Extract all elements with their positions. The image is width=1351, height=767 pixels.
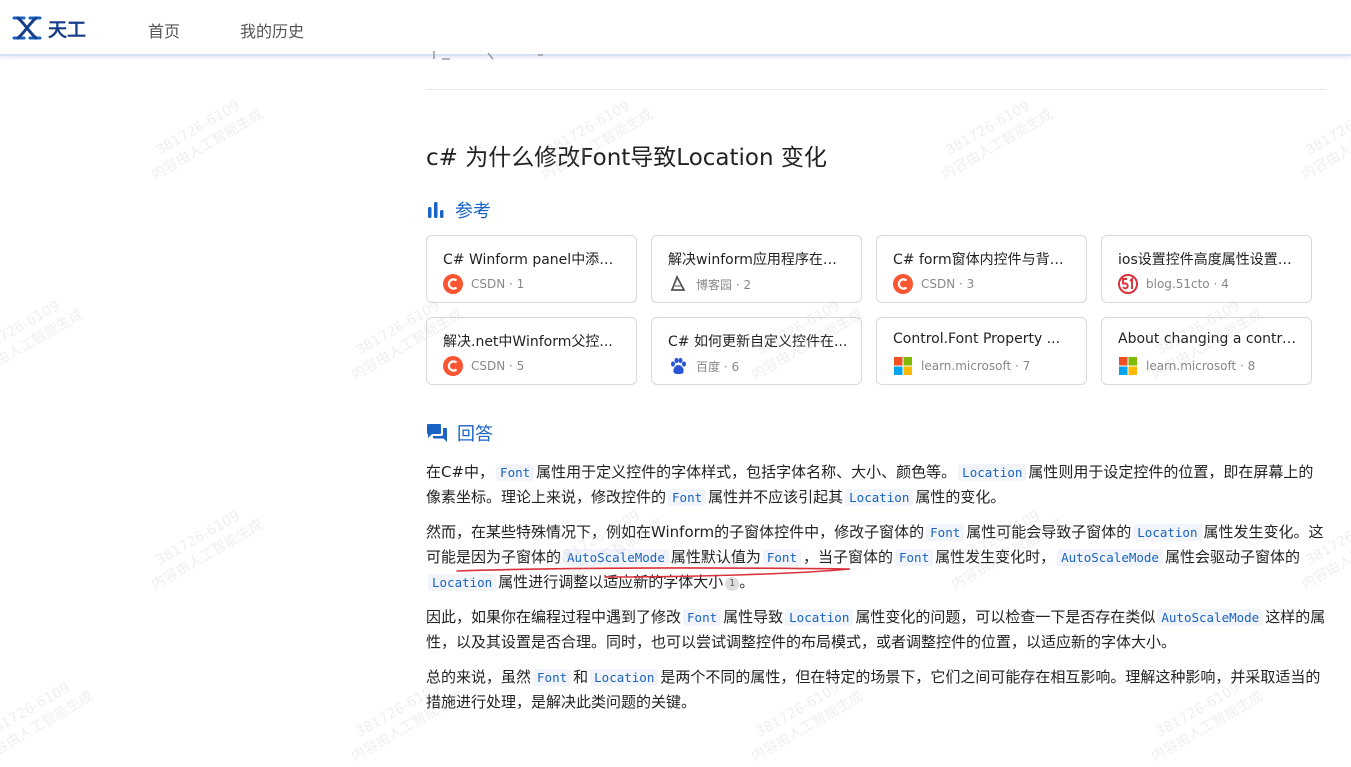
reference-card-title: 解决.net中Winform父控... <box>443 334 613 350</box>
watermark: 381726-6109 内容由人工智能生成 <box>1298 97 1351 184</box>
reference-card-source-label: CSDN · 3 <box>921 277 975 291</box>
reference-card-title: C# 如何更新自定义控件在... <box>668 334 848 350</box>
reference-card-source: learn.microsoft · 8 <box>1118 356 1255 376</box>
nav-home[interactable]: 首页 <box>148 18 180 42</box>
reference-card-title: 解决winform应用程序在不... <box>668 252 850 268</box>
reference-card-source-label: blog.51cto · 4 <box>1146 277 1229 291</box>
reference-card-source: learn.microsoft · 7 <box>893 356 1030 376</box>
reference-card-2[interactable]: 解决winform应用程序在不... 博客园 · 2 <box>651 235 862 303</box>
reference-card-source-label: CSDN · 5 <box>471 359 525 373</box>
reference-card-source: 博客园 · 2 <box>668 274 751 294</box>
reference-card-source-label: learn.microsoft · 7 <box>921 359 1031 373</box>
answer-heading-label: 回答 <box>457 424 493 445</box>
answer-paragraph-3: 因此，如果你在编程过程中遇到了修改 Font 属性导致 Location 属性变化的问题… <box>426 608 1326 651</box>
reference-card-source-label: 百度 · 6 <box>696 359 740 374</box>
csdn-icon <box>443 274 463 294</box>
chat-bubble-icon <box>427 424 447 442</box>
header-divider <box>426 89 1326 90</box>
reference-card-title: ios设置控件高度属性设置控... <box>1118 252 1300 268</box>
cnblogs-icon <box>670 274 686 291</box>
reference-card-source-label: 博客园 · 2 <box>696 277 752 292</box>
inline-code: Font <box>533 669 572 686</box>
reference-card-source: 百度 · 6 <box>668 356 739 376</box>
csdn-icon <box>893 274 913 294</box>
reference-card-1[interactable]: C# Winform panel中添加... CSDN · 1 <box>426 235 637 303</box>
answer-paragraph-2: 然而，在某些特殊情况下，例如在Winform的子窗体控件中，修改子窗体的 Font… <box>426 523 1324 591</box>
reference-card-title: C# form窗体内控件与背景... <box>893 252 1075 268</box>
inline-code: Location <box>958 464 1027 481</box>
page-title: c# 为什么修改Font导致Location 变化 <box>426 145 827 172</box>
inline-code: Font <box>683 609 722 626</box>
inline-code: Location <box>785 609 854 626</box>
reference-card-7[interactable]: Control.Font Property ... learn.microsof… <box>876 317 1087 385</box>
answer-paragraph-4: 总的来说，虽然 Font 和 Location 是两个不同的属性，但在特定的场景下，它们… <box>426 668 1321 711</box>
reference-card-8[interactable]: About changing a control'... learn.micro… <box>1101 317 1312 385</box>
csdn-icon <box>443 356 463 376</box>
inline-code: Font <box>926 524 965 541</box>
app-logo[interactable]: 天工 <box>12 14 86 42</box>
baidu-icon <box>671 357 686 375</box>
watermark: 381726-6109 内容由人工智能生成 <box>148 97 267 184</box>
tiangong-logo-icon <box>12 16 42 40</box>
reference-card-source: CSDN · 3 <box>893 274 974 294</box>
reference-card-source: CSDN · 5 <box>443 356 524 376</box>
microsoft-icon <box>1119 357 1137 375</box>
inline-code: Location <box>845 489 914 506</box>
inline-code: AutoScaleMode <box>563 549 669 566</box>
answer-heading: 回答 <box>426 420 493 446</box>
reference-card-source: blog.51cto · 4 <box>1118 274 1229 294</box>
nav-history[interactable]: 我的历史 <box>240 18 304 42</box>
inline-code: AutoScaleMode <box>1057 549 1163 566</box>
breadcrumb-fragment-icon <box>433 51 543 60</box>
references-heading-label: 参考 <box>455 201 491 222</box>
inline-code: Location <box>1133 524 1202 541</box>
microsoft-icon <box>894 357 912 375</box>
inline-code: Font <box>668 489 707 506</box>
reference-card-title: Control.Font Property ... <box>893 331 1061 347</box>
inline-code: AutoScaleMode <box>1157 609 1264 626</box>
reference-card-title: C# Winform panel中添加... <box>443 252 625 268</box>
reference-card-source: CSDN · 1 <box>443 274 524 294</box>
inline-code: Font <box>496 464 535 481</box>
reference-card-5[interactable]: 解决.net中Winform父控... CSDN · 5 <box>426 317 637 385</box>
reference-card-4[interactable]: ios设置控件高度属性设置控... blog.51cto · 4 <box>1101 235 1312 303</box>
watermark: 381726-6109 内容由人工智能生成 <box>148 507 267 594</box>
reference-card-3[interactable]: C# form窗体内控件与背景... CSDN · 3 <box>876 235 1087 303</box>
top-bar: 天工 首页 我的历史 <box>0 0 1351 56</box>
watermark: 381726-6109 内容由人工智能生成 <box>0 679 97 766</box>
answer-body: 在C#中， Font 属性用于定义控件的字体样式，包括字体名称、大小、颜色等。 Loc… <box>426 460 1326 725</box>
inline-code: Font <box>895 549 934 566</box>
reference-card-source-label: CSDN · 1 <box>471 277 525 291</box>
watermark: 381726-6109 内容由人工智能生成 <box>938 97 1057 184</box>
inline-code: Font <box>762 549 801 566</box>
reference-card-title: About changing a control'... <box>1118 331 1300 347</box>
answer-paragraph-1: 在C#中， Font 属性用于定义控件的字体样式，包括字体名称、大小、颜色等。 Loc… <box>426 463 1314 506</box>
reference-card-6[interactable]: C# 如何更新自定义控件在... 百度 · 6 <box>651 317 862 385</box>
inline-code: Location <box>428 574 497 591</box>
watermark: 381726-6109 内容由人工智能生成 <box>0 297 87 384</box>
breadcrumb-remnant <box>426 47 566 61</box>
bar-chart-icon <box>428 202 444 218</box>
inline-code: Location <box>590 669 659 686</box>
app-name: 天工 <box>48 18 87 41</box>
citation-badge[interactable]: 1 <box>725 577 740 591</box>
51cto-icon <box>1118 274 1138 294</box>
reference-card-source-label: learn.microsoft · 8 <box>1146 359 1256 373</box>
references-heading: 参考 <box>426 197 491 223</box>
